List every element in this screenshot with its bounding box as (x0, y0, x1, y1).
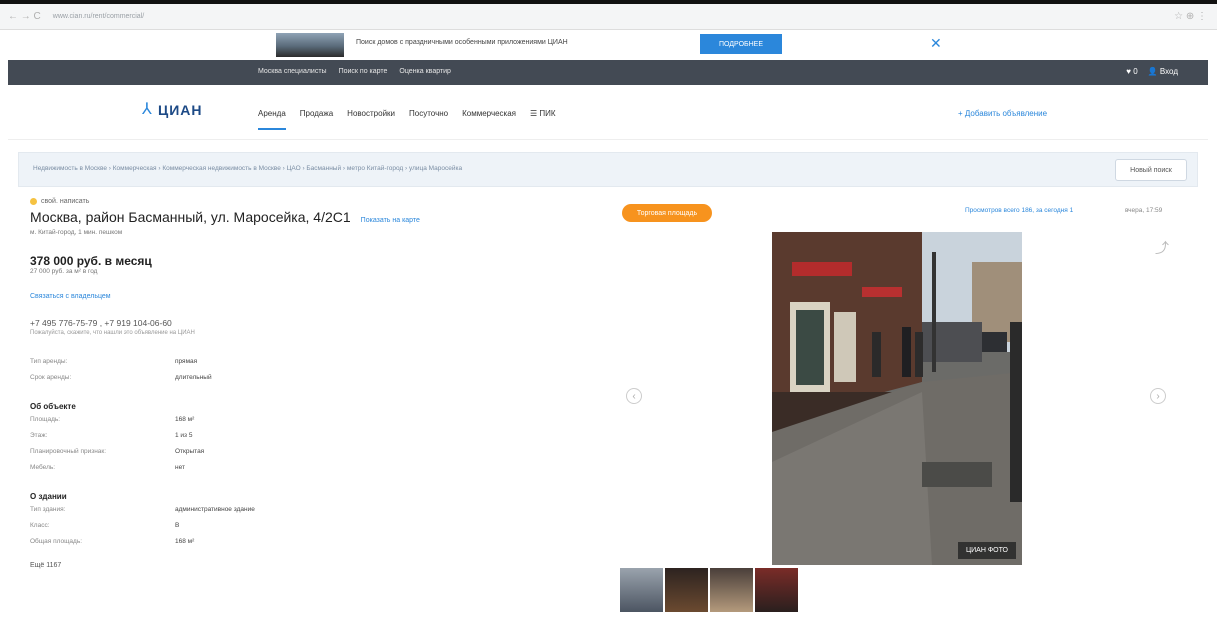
object-details: Площадь: 168 м² Этаж: 1 из 5 Планировочный… (30, 416, 590, 480)
rent-terms: Тип аренды: прямая Срок аренды: длительный (30, 358, 590, 390)
prev-photo-button[interactable]: ‹ (626, 388, 642, 404)
favorites-link[interactable]: ♥ 0 (1126, 67, 1137, 76)
listing-tag: свой. написать (30, 198, 590, 205)
menu-item-rent[interactable]: Аренда (258, 109, 286, 130)
category-badge: Торговая площадь (622, 204, 712, 222)
row-value: Открытая (175, 448, 205, 455)
row-key: Планировочный признак: (30, 448, 107, 455)
tag-text: свой. написать (41, 198, 90, 205)
row-value: 1 из 5 (175, 432, 193, 439)
menu-item-sale[interactable]: Продажа (300, 109, 333, 130)
breadcrumb-trail[interactable]: Недвижимость в Москве › Коммерческая › К… (33, 165, 462, 172)
next-photo-button[interactable]: › (1150, 388, 1166, 404)
main-photo[interactable]: ЦИАН ФОТО (772, 232, 1022, 565)
photo-watermark: ЦИАН ФОТО (957, 542, 1016, 559)
published-date: вчера, 17:59 (1125, 207, 1163, 214)
photo-gallery: Торговая площадь Просмотров всего 186, з… (620, 198, 1180, 641)
table-row: Класс: B (30, 522, 590, 538)
topnav-link-valuation[interactable]: Оценка квартир (399, 68, 451, 75)
listing-details: свой. написать Москва, район Басманный, … (30, 198, 590, 569)
site-header: ⅄ ЦИАН Аренда Продажа Новостройки Посуто… (8, 85, 1208, 140)
row-value: 168 м² (175, 416, 195, 423)
topnav-link-specialists[interactable]: Москва специалисты (258, 68, 327, 75)
breadcrumb: Недвижимость в Москве › Коммерческая › К… (18, 152, 1198, 187)
page-title: Москва, район Басманный, ул. Маросейка, … (30, 209, 590, 225)
price-per-meter: 27 000 руб. за м² в год (30, 268, 98, 275)
section-building-heading: О здании (30, 492, 67, 501)
table-row: Срок аренды: длительный (30, 374, 590, 390)
row-value: административное здание (175, 506, 255, 513)
browser-menu-icons[interactable]: ☆ ⊕ ⋮ (1174, 11, 1207, 22)
table-row: Тип здания: административное здание (30, 506, 590, 522)
table-row: Мебель: нет (30, 464, 590, 480)
tag-dot-icon (30, 198, 37, 205)
thumbnail-strip (620, 568, 798, 612)
promo-text: Поиск домов с праздничными особенными пр… (356, 39, 568, 46)
menu-item-daily[interactable]: Посуточно (409, 109, 448, 130)
browser-nav-icons[interactable]: ← → C (8, 11, 41, 22)
row-value: длительный (175, 374, 212, 381)
row-value: B (175, 522, 180, 529)
row-key: Класс: (30, 522, 50, 529)
table-row: Планировочный признак: Открытая (30, 448, 590, 464)
table-row: Тип аренды: прямая (30, 358, 590, 374)
row-key: Общая площадь: (30, 538, 83, 545)
logo-mark-icon: ⅄ (142, 101, 152, 118)
row-key: Площадь: (30, 416, 61, 423)
row-key: Мебель: (30, 464, 56, 471)
menu-item-commercial[interactable]: Коммерческая (462, 109, 516, 130)
thumbnail-3[interactable] (710, 568, 753, 612)
listing-address: Москва, район Басманный, ул. Маросейка, … (30, 209, 351, 225)
promo-image (276, 33, 344, 57)
login-link[interactable]: 👤 Вход (1148, 67, 1178, 76)
main-menu: Аренда Продажа Новостройки Посуточно Ком… (258, 109, 556, 130)
share-icon[interactable]: ⤴ (1155, 238, 1169, 258)
phone-note: Пожалуйста, скажите, что нашли это объяв… (30, 330, 195, 336)
table-row: Этаж: 1 из 5 (30, 432, 590, 448)
views-counter-link[interactable]: Просмотров всего 186, за сегодня 1 (965, 207, 1073, 214)
table-row: Площадь: 168 м² (30, 416, 590, 432)
show-on-map-link[interactable]: Показать на карте (361, 217, 420, 224)
row-value: прямая (175, 358, 198, 365)
row-key: Срок аренды: (30, 374, 72, 381)
row-key: Тип здания: (30, 506, 66, 513)
thumbnail-4[interactable] (755, 568, 798, 612)
phone-numbers[interactable]: +7 495 776-75-79 , +7 919 104-06-60 (30, 318, 590, 328)
top-navigation: Москва специалисты Поиск по карте Оценка… (8, 60, 1208, 85)
street-photo-image (772, 232, 1022, 565)
row-value: нет (175, 464, 185, 471)
menu-item-new-buildings[interactable]: Новостройки (347, 109, 395, 130)
row-key: Тип аренды: (30, 358, 68, 365)
building-details: Тип здания: административное здание Класс… (30, 506, 590, 554)
more-info: Ещё 1167 (30, 562, 62, 569)
metro-info[interactable]: м. Китай-город, 1 мин. пешком (30, 229, 590, 236)
contact-owner-link[interactable]: Связаться с владельцем (30, 293, 590, 300)
listing-price: 378 000 руб. в месяц (30, 254, 152, 268)
browser-toolbar: ← → C www.cian.ru/rent/commercial/ ☆ ⊕ ⋮ (0, 4, 1217, 30)
row-value: 168 м² (175, 538, 195, 545)
section-object-heading: Об объекте (30, 402, 76, 411)
address-bar[interactable]: www.cian.ru/rent/commercial/ (53, 13, 144, 20)
new-search-button[interactable]: Новый поиск (1115, 159, 1187, 181)
table-row: Общая площадь: 168 м² (30, 538, 590, 554)
logo-text: ЦИАН (158, 102, 203, 118)
cian-logo[interactable]: ⅄ ЦИАН (142, 100, 203, 120)
close-icon[interactable]: ✕ (930, 35, 942, 52)
topnav-link-map[interactable]: Поиск по карте (339, 68, 388, 75)
thumbnail-1[interactable] (620, 568, 663, 612)
promo-banner: Поиск домов с праздничными особенными пр… (0, 30, 1217, 60)
menu-item-pik[interactable]: ☰ ПИК (530, 109, 556, 130)
thumbnail-2[interactable] (665, 568, 708, 612)
promo-button[interactable]: ПОДРОБНЕЕ (700, 34, 782, 54)
add-listing-link[interactable]: + Добавить объявление (958, 109, 1047, 118)
row-key: Этаж: (30, 432, 48, 439)
